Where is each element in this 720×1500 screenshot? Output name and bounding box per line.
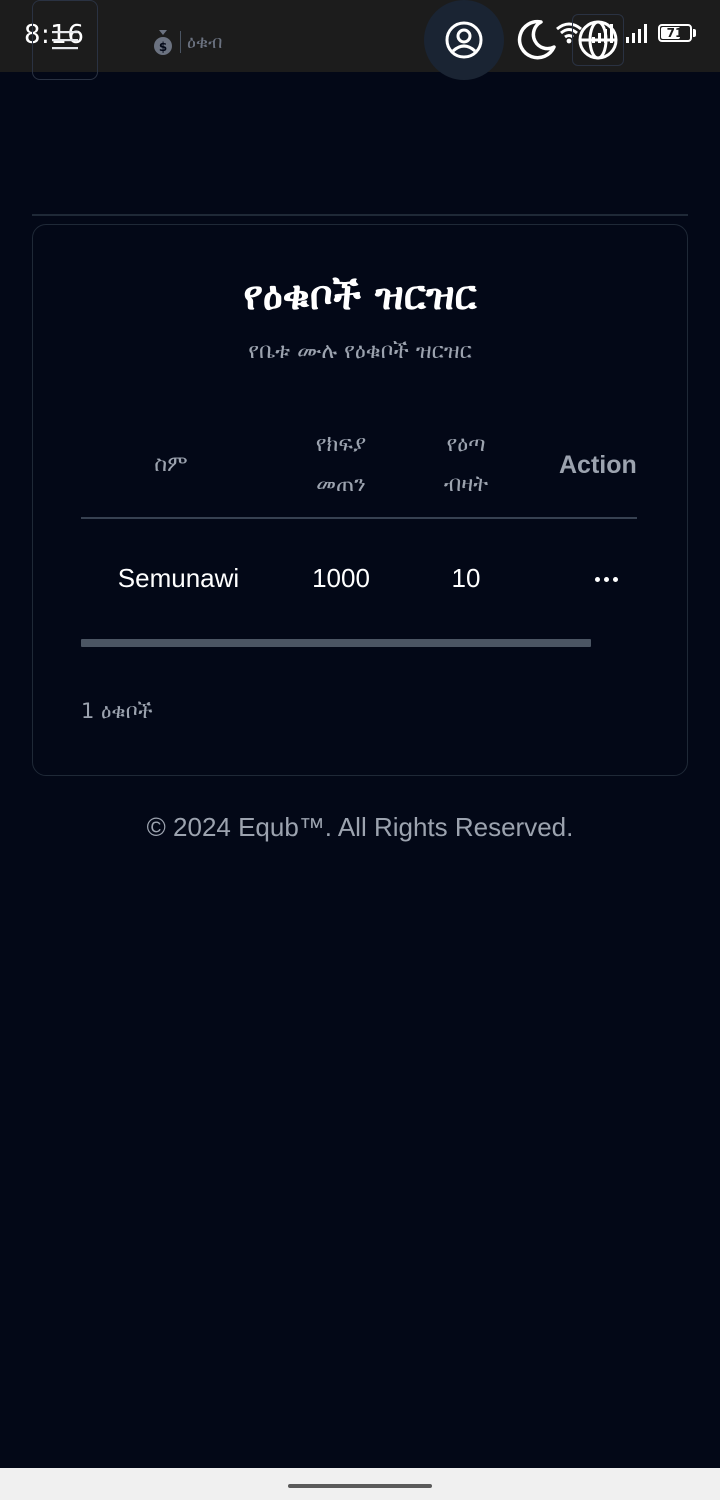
equb-count: 1 ዕቁቦች: [81, 699, 153, 723]
logo-divider: [180, 31, 181, 53]
more-horizontal-icon: [594, 576, 600, 582]
equb-list-card: የዕቁቦች ዝርዝር የቤቱ ሙሉ የዕቁቦች ዝርዝር ስም የክፍያ መጠን…: [32, 224, 688, 776]
user-circle-icon: [445, 21, 483, 59]
hamburger-menu-icon: [52, 31, 78, 50]
cell-amount: 1000: [312, 563, 370, 593]
battery-icon: 71: [658, 24, 692, 42]
column-header-lot-count-line1: የዕጣ: [446, 432, 486, 457]
cell-name: Semunawi: [117, 563, 240, 593]
column-header-amount[interactable]: የክፍያ መጠን: [281, 425, 401, 505]
language-button[interactable]: [572, 14, 624, 66]
horizontal-scrollbar[interactable]: [81, 639, 591, 647]
menu-button[interactable]: [32, 0, 98, 80]
svg-text:$: $: [159, 40, 167, 54]
column-header-amount-line1: የክፍያ: [315, 432, 367, 457]
battery-nub: [693, 29, 696, 37]
system-nav-bar: [0, 1468, 720, 1500]
moon-icon: [517, 19, 556, 60]
more-horizontal-icon-dot: [603, 576, 609, 582]
money-bag-icon: $: [154, 30, 172, 55]
globe-icon: [578, 20, 618, 60]
page-title: የዕቁቦች ዝርዝር: [243, 273, 477, 319]
column-header-action: Action: [559, 451, 637, 479]
logo-text: ዕቁብ: [187, 31, 223, 53]
theme-toggle-button[interactable]: [514, 18, 558, 62]
signal-icon: [626, 24, 647, 43]
page-subtitle: የቤቱ ሙሉ የዕቁቦች ዝርዝር: [248, 339, 472, 364]
battery-level: 71: [666, 26, 684, 40]
profile-button[interactable]: [424, 0, 504, 80]
app-logo[interactable]: $ ዕቁብ: [152, 28, 222, 56]
home-gesture-handle[interactable]: [288, 1484, 432, 1488]
header-divider: [32, 214, 688, 216]
column-header-amount-line2: መጠን: [316, 472, 366, 497]
cell-lot-count: 10: [451, 563, 481, 593]
footer-copyright: © 2024 Equb™. All Rights Reserved.: [146, 812, 574, 842]
table-header-divider: [81, 517, 637, 519]
row-actions-button[interactable]: [581, 563, 631, 595]
column-header-lot-count-line2: ብዛት: [443, 472, 489, 497]
column-header-name[interactable]: ስም: [121, 445, 221, 485]
column-header-lot-count[interactable]: የዕጣ ብዛት: [411, 425, 521, 505]
equb-table[interactable]: ስም የክፍያ መጠን የዕጣ ብዛት Action Semunawi 1000…: [81, 421, 637, 651]
more-horizontal-icon-dot: [612, 576, 618, 582]
